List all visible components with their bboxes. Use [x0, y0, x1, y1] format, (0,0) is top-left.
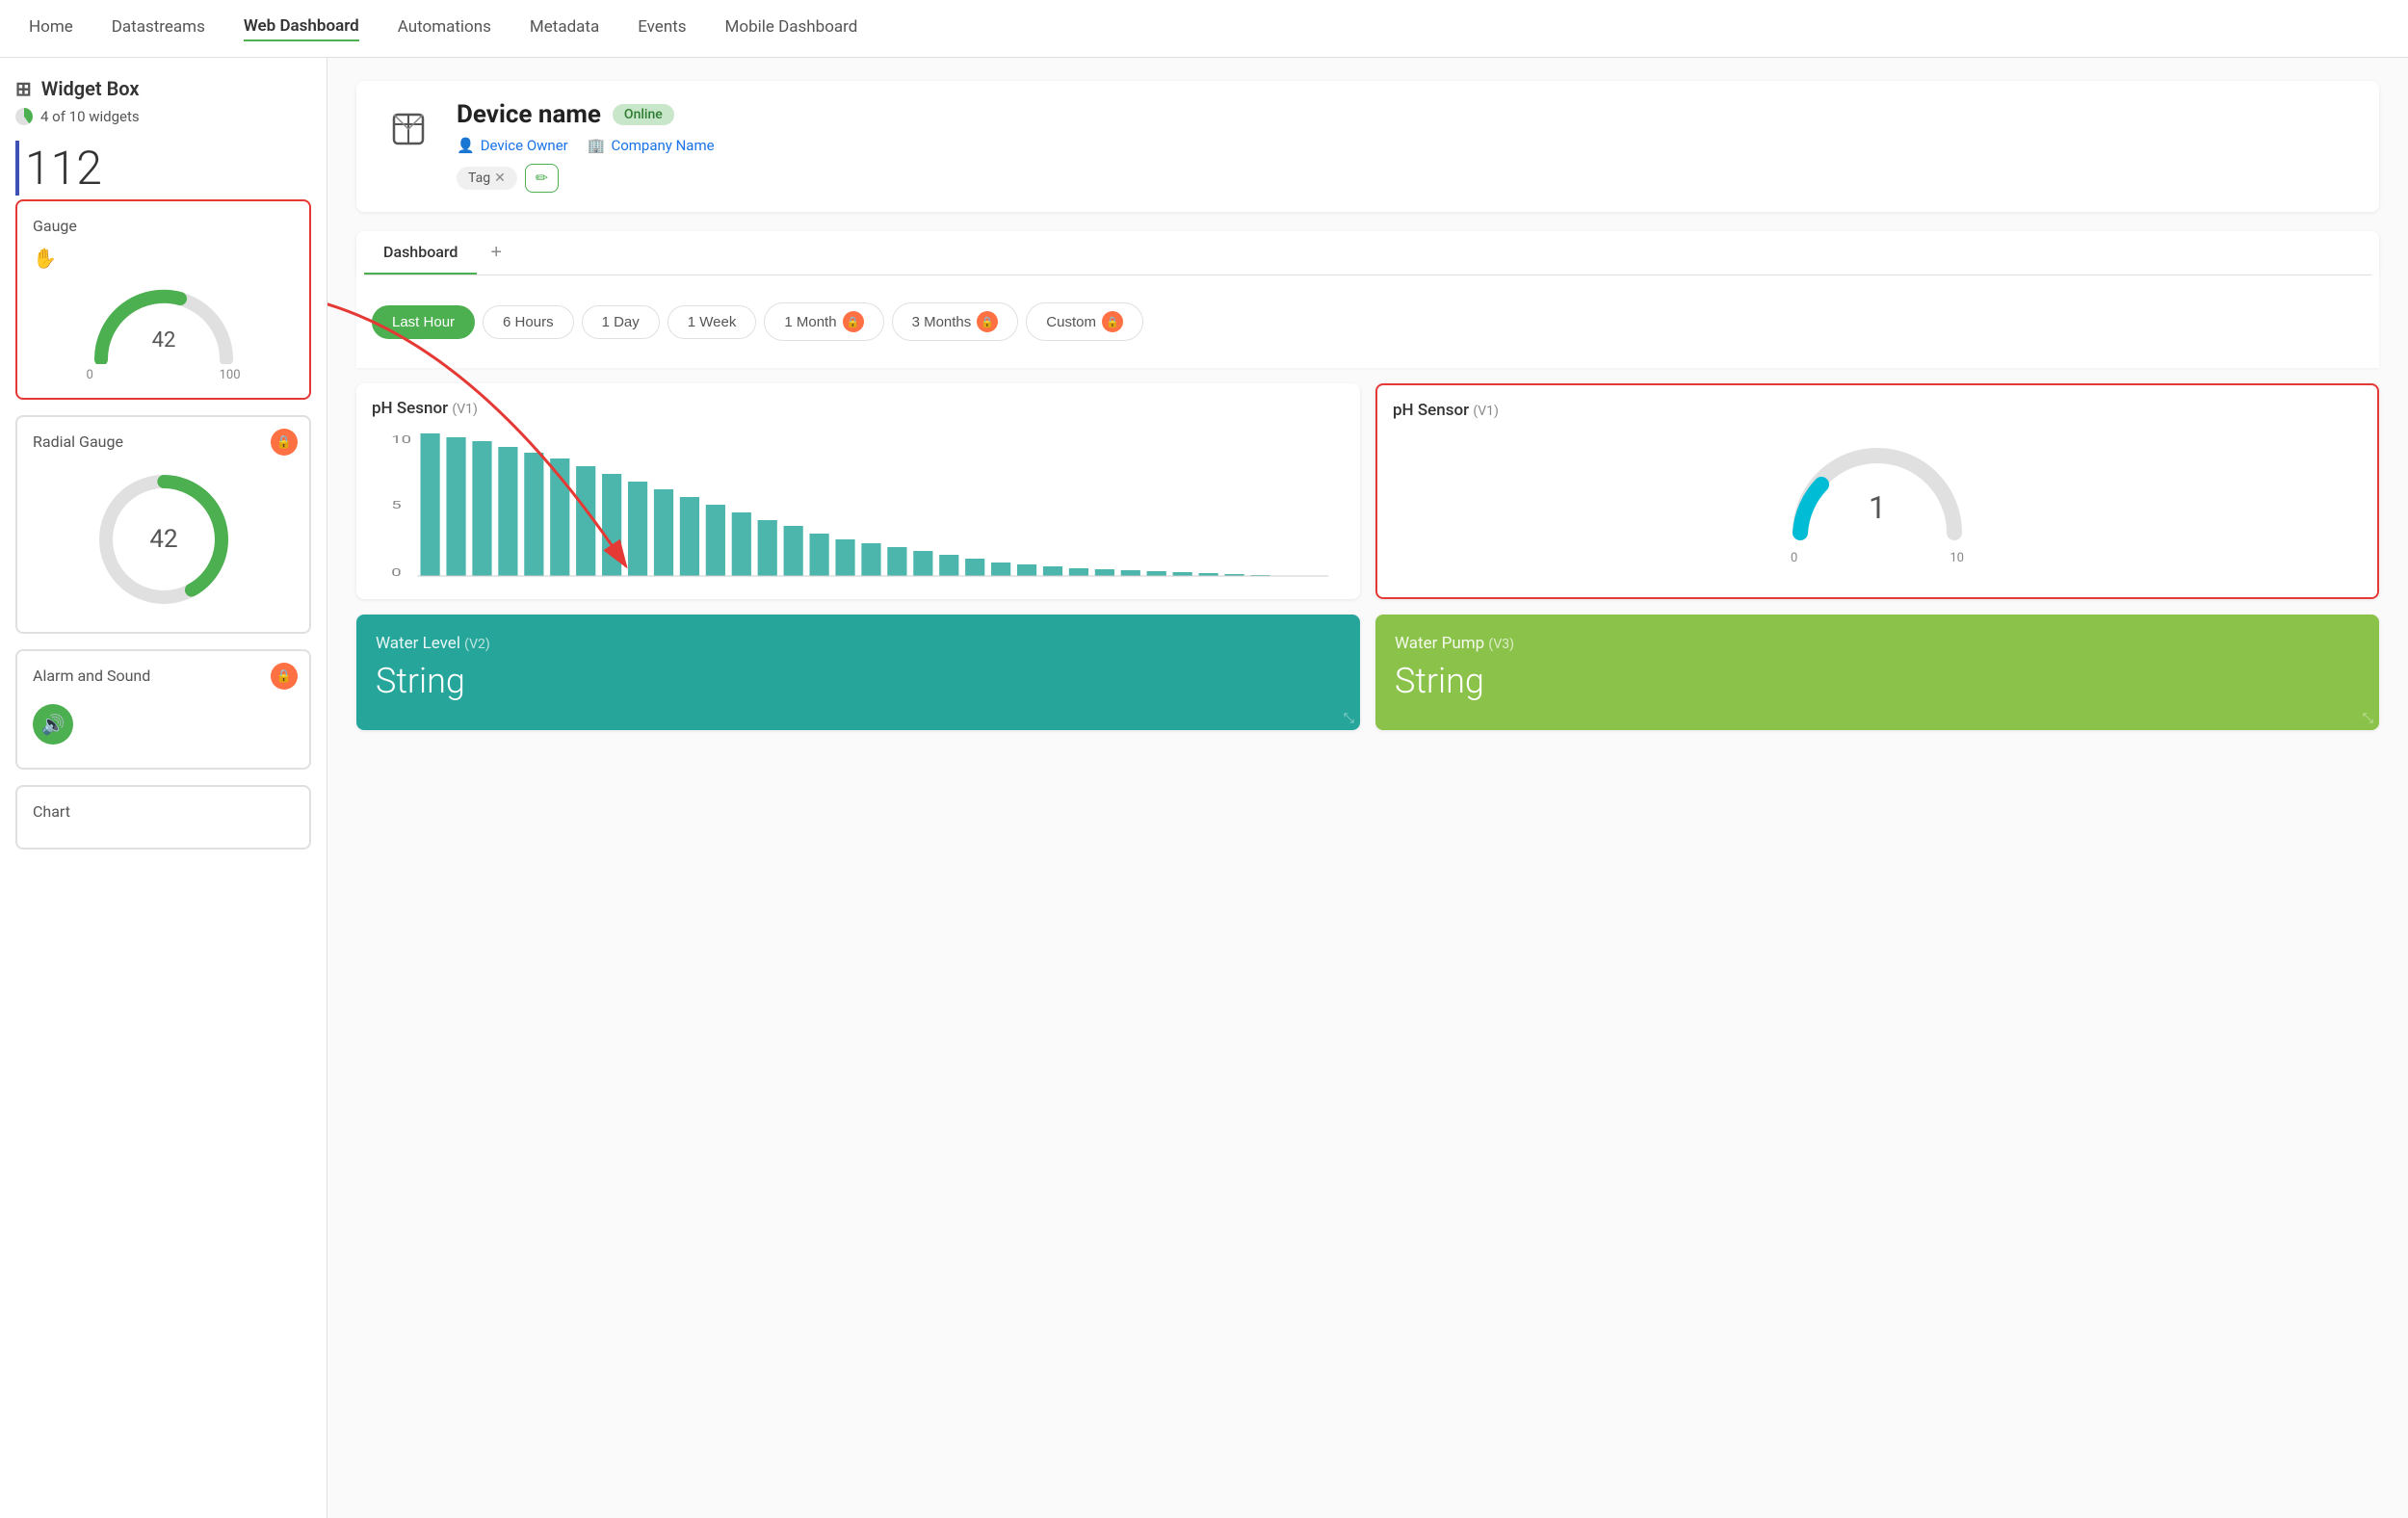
nav-datastreams[interactable]: Datastreams — [112, 17, 205, 40]
nav-automations[interactable]: Automations — [398, 17, 491, 40]
nav-metadata[interactable]: Metadata — [530, 17, 599, 40]
gauge-labels: 0 100 — [87, 368, 241, 382]
widget-count-icon — [15, 108, 33, 125]
dashboard-grid: pH Sesnor (V1) 10 5 0 — [356, 383, 2379, 730]
svg-text:42: 42 — [151, 328, 175, 353]
tag-label: Tag — [468, 170, 490, 186]
sidebar-title: ⊞ Widget Box — [15, 77, 311, 100]
svg-text:1: 1 — [1869, 489, 1886, 526]
svg-text:10: 10 — [391, 433, 411, 446]
radial-gauge-wrap: 42 — [87, 462, 241, 616]
svg-text:42: 42 — [149, 525, 177, 554]
add-tab-button[interactable]: + — [477, 234, 515, 272]
widget-count-label: 4 of 10 widgets — [40, 108, 140, 125]
water-level-title: Water Level (V2) — [376, 634, 1341, 653]
ph-sensor-gauge-title: pH Sensor (V1) — [1393, 401, 2362, 420]
nav-events[interactable]: Events — [638, 17, 686, 40]
time-btn-1day[interactable]: 1 Day — [582, 305, 660, 339]
company-name-link[interactable]: 🏢 Company Name — [588, 137, 715, 154]
time-btn-last-hour[interactable]: Last Hour — [372, 305, 475, 339]
svg-text:0: 0 — [391, 566, 401, 579]
svg-text:5: 5 — [391, 499, 401, 511]
water-pump-tile: Water Pump (V3) String ⤡ — [1375, 615, 2379, 730]
gauge-wrap: 42 — [87, 277, 241, 364]
gauge-min: 0 — [87, 368, 93, 382]
lock-1month-icon: 🔒 — [843, 311, 864, 332]
edit-tag-button[interactable]: ✏ — [525, 164, 559, 193]
widget-box-icon: ⊞ — [15, 77, 32, 100]
time-btn-6hours[interactable]: 6 Hours — [483, 305, 574, 339]
ph-sensor-chart-panel: pH Sesnor (V1) 10 5 0 — [356, 383, 1360, 599]
widget-count: 4 of 10 widgets — [15, 108, 311, 125]
chart-widget-card[interactable]: Chart — [15, 785, 311, 850]
time-btn-3months[interactable]: 3 Months 🔒 — [892, 302, 1019, 341]
top-nav: Home Datastreams Web Dashboard Automatio… — [0, 0, 2408, 58]
water-pump-title: Water Pump (V3) — [1395, 634, 2360, 653]
water-level-tile: Water Level (V2) String ⤡ — [356, 615, 1360, 730]
dashboard-tabs: Dashboard + — [364, 231, 2371, 275]
nav-home[interactable]: Home — [29, 17, 73, 40]
time-3months-label: 3 Months — [912, 314, 972, 330]
lock-3months-icon: 🔒 — [977, 311, 998, 332]
alarm-sound-card-title: Alarm and Sound — [33, 667, 294, 685]
dash-gauge-max: 10 — [1950, 551, 1964, 565]
device-owner-link[interactable]: 👤 Device Owner — [457, 137, 568, 154]
content-area: Device name Online 👤 Device Owner 🏢 Comp… — [327, 58, 2408, 1518]
chart-card-title: Chart — [33, 802, 294, 821]
sidebar: ⊞ Widget Box 4 of 10 widgets 112 Gauge ✋ — [0, 58, 327, 1518]
device-name: Device name — [457, 100, 601, 129]
ph-sensor-gauge-panel: pH Sensor (V1) 1 0 10 — [1375, 383, 2379, 599]
nav-web-dashboard[interactable]: Web Dashboard — [244, 16, 359, 41]
number-display: 112 — [15, 141, 311, 196]
device-info: Device name Online 👤 Device Owner 🏢 Comp… — [457, 100, 2356, 193]
time-btn-custom[interactable]: Custom 🔒 — [1026, 302, 1143, 341]
drag-handle-icon[interactable]: ✋ — [33, 247, 294, 270]
gauge-container: 42 0 100 — [33, 277, 294, 382]
building-icon: 🏢 — [588, 137, 606, 154]
device-icon — [380, 100, 437, 158]
water-pump-value: String — [1395, 661, 2360, 701]
user-icon: 👤 — [457, 137, 475, 154]
time-1month-label: 1 Month — [784, 314, 836, 330]
gauge-card-title: Gauge — [33, 217, 294, 235]
time-custom-label: Custom — [1046, 314, 1096, 330]
alarm-sound-widget-card[interactable]: Alarm and Sound 🔒 🔊 — [15, 649, 311, 770]
tab-dashboard[interactable]: Dashboard — [364, 231, 477, 275]
device-name-row: Device name Online — [457, 100, 2356, 129]
radial-gauge-widget-card[interactable]: Radial Gauge 🔒 42 — [15, 415, 311, 634]
alarm-sound-icon[interactable]: 🔊 — [33, 704, 73, 745]
sidebar-title-label: Widget Box — [41, 77, 140, 100]
time-btn-1week[interactable]: 1 Week — [667, 305, 757, 339]
dash-gauge-min: 0 — [1791, 551, 1797, 565]
tag-chip[interactable]: Tag ✕ — [457, 167, 517, 190]
radial-gauge-lock-icon: 🔒 — [271, 429, 298, 456]
lock-custom-icon: 🔒 — [1102, 311, 1123, 332]
dash-gauge-labels: 0 10 — [1791, 551, 1964, 565]
dash-gauge-wrap: 1 0 10 — [1393, 432, 2362, 565]
main-layout: ⊞ Widget Box 4 of 10 widgets 112 Gauge ✋ — [0, 58, 2408, 1518]
company-name-label: Company Name — [611, 137, 714, 154]
time-btn-1month[interactable]: 1 Month 🔒 — [764, 302, 883, 341]
gauge-max: 100 — [220, 368, 241, 382]
water-level-value: String — [376, 661, 1341, 701]
radial-gauge-card-title: Radial Gauge — [33, 432, 294, 451]
time-range-row: Last Hour 6 Hours 1 Day 1 Week 1 Month 🔒… — [372, 302, 2364, 341]
device-meta: 👤 Device Owner 🏢 Company Name — [457, 137, 2356, 154]
gauge-widget-card[interactable]: Gauge ✋ 42 0 100 — [15, 199, 311, 400]
nav-mobile-dashboard[interactable]: Mobile Dashboard — [725, 17, 858, 40]
device-owner-label: Device Owner — [481, 137, 568, 154]
alarm-lock-icon: 🔒 — [271, 663, 298, 690]
tag-row: Tag ✕ ✏ — [457, 164, 2356, 193]
chart-area: 10 5 0 — [372, 430, 1345, 584]
resize-icon-pump: ⤡ — [2363, 711, 2373, 726]
resize-icon: ⤡ — [1344, 711, 1354, 726]
online-badge: Online — [613, 104, 674, 125]
device-header: Device name Online 👤 Device Owner 🏢 Comp… — [356, 81, 2379, 212]
ph-sensor-chart-title: pH Sesnor (V1) — [372, 399, 1345, 418]
radial-gauge-container: 42 — [33, 462, 294, 616]
tag-remove-icon[interactable]: ✕ — [494, 170, 506, 186]
